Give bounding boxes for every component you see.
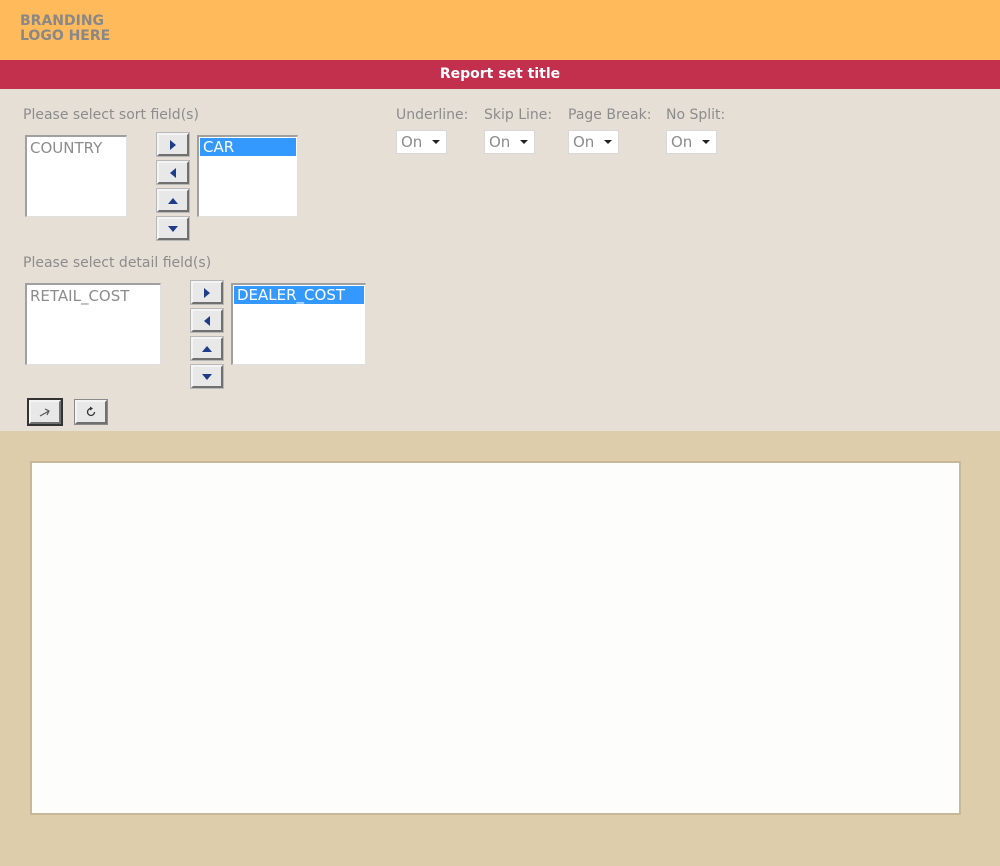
- underline-select-value: On: [401, 133, 423, 151]
- no-split-select-value: On: [671, 133, 693, 151]
- underline-label: Underline:: [396, 107, 469, 123]
- list-item[interactable]: CAR: [200, 138, 296, 156]
- chevron-left-icon: [170, 167, 176, 178]
- chevron-down-icon: [432, 140, 440, 144]
- sort-fields-label: Please select sort field(s): [23, 107, 199, 123]
- underline-select[interactable]: On: [396, 130, 447, 154]
- skip-line-label: Skip Line:: [484, 107, 553, 123]
- sort-move-left-button[interactable]: [156, 160, 190, 185]
- no-split-label: No Split:: [666, 107, 726, 123]
- report-options-panel: Please select sort field(s) COUNTRY CAR …: [0, 89, 1000, 431]
- arrow-down-icon: [202, 373, 212, 380]
- list-item[interactable]: COUNTRY: [27, 139, 126, 157]
- branding-header: BRANDING LOGO HERE: [0, 0, 1000, 60]
- sort-move-up-button[interactable]: [156, 188, 190, 213]
- run-icon: [39, 408, 50, 417]
- chevron-down-icon: [604, 140, 612, 144]
- page-break-select-value: On: [573, 133, 595, 151]
- reset-button[interactable]: [74, 399, 108, 425]
- skip-line-select[interactable]: On: [484, 130, 535, 154]
- sort-move-right-button[interactable]: [156, 132, 190, 157]
- detail-move-up-button[interactable]: [190, 336, 224, 361]
- no-split-select[interactable]: On: [666, 130, 717, 154]
- chevron-down-icon: [520, 140, 528, 144]
- arrow-up-icon: [202, 345, 212, 352]
- page-break-label: Page Break:: [568, 107, 652, 123]
- chevron-down-icon: [702, 140, 710, 144]
- arrow-up-icon: [168, 197, 178, 204]
- arrow-down-icon: [168, 225, 178, 232]
- list-item[interactable]: RETAIL_COST: [27, 287, 160, 305]
- chevron-right-icon: [204, 287, 210, 298]
- list-item[interactable]: DEALER_COST: [234, 286, 364, 304]
- detail-fields-label: Please select detail field(s): [23, 255, 212, 271]
- detail-available-listbox[interactable]: RETAIL_COST: [25, 283, 161, 365]
- sort-move-down-button[interactable]: [156, 216, 190, 241]
- sort-available-listbox[interactable]: COUNTRY: [25, 135, 127, 217]
- chevron-right-icon: [170, 139, 176, 150]
- detail-move-down-button[interactable]: [190, 364, 224, 389]
- branding-logo-line2: LOGO HERE: [20, 28, 111, 44]
- report-output-frame: [30, 461, 961, 815]
- run-report-button[interactable]: [27, 398, 63, 426]
- branding-logo: BRANDING LOGO HERE: [20, 14, 160, 44]
- report-set-title: Report set title: [0, 60, 1000, 89]
- detail-move-left-button[interactable]: [190, 308, 224, 333]
- detail-selected-listbox[interactable]: DEALER_COST: [231, 283, 366, 365]
- page-break-select[interactable]: On: [568, 130, 619, 154]
- skip-line-select-value: On: [489, 133, 511, 151]
- chevron-left-icon: [204, 315, 210, 326]
- detail-move-right-button[interactable]: [190, 280, 224, 305]
- branding-logo-line1: BRANDING: [20, 13, 105, 29]
- sort-selected-listbox[interactable]: CAR: [197, 135, 298, 217]
- reset-icon: [86, 406, 96, 417]
